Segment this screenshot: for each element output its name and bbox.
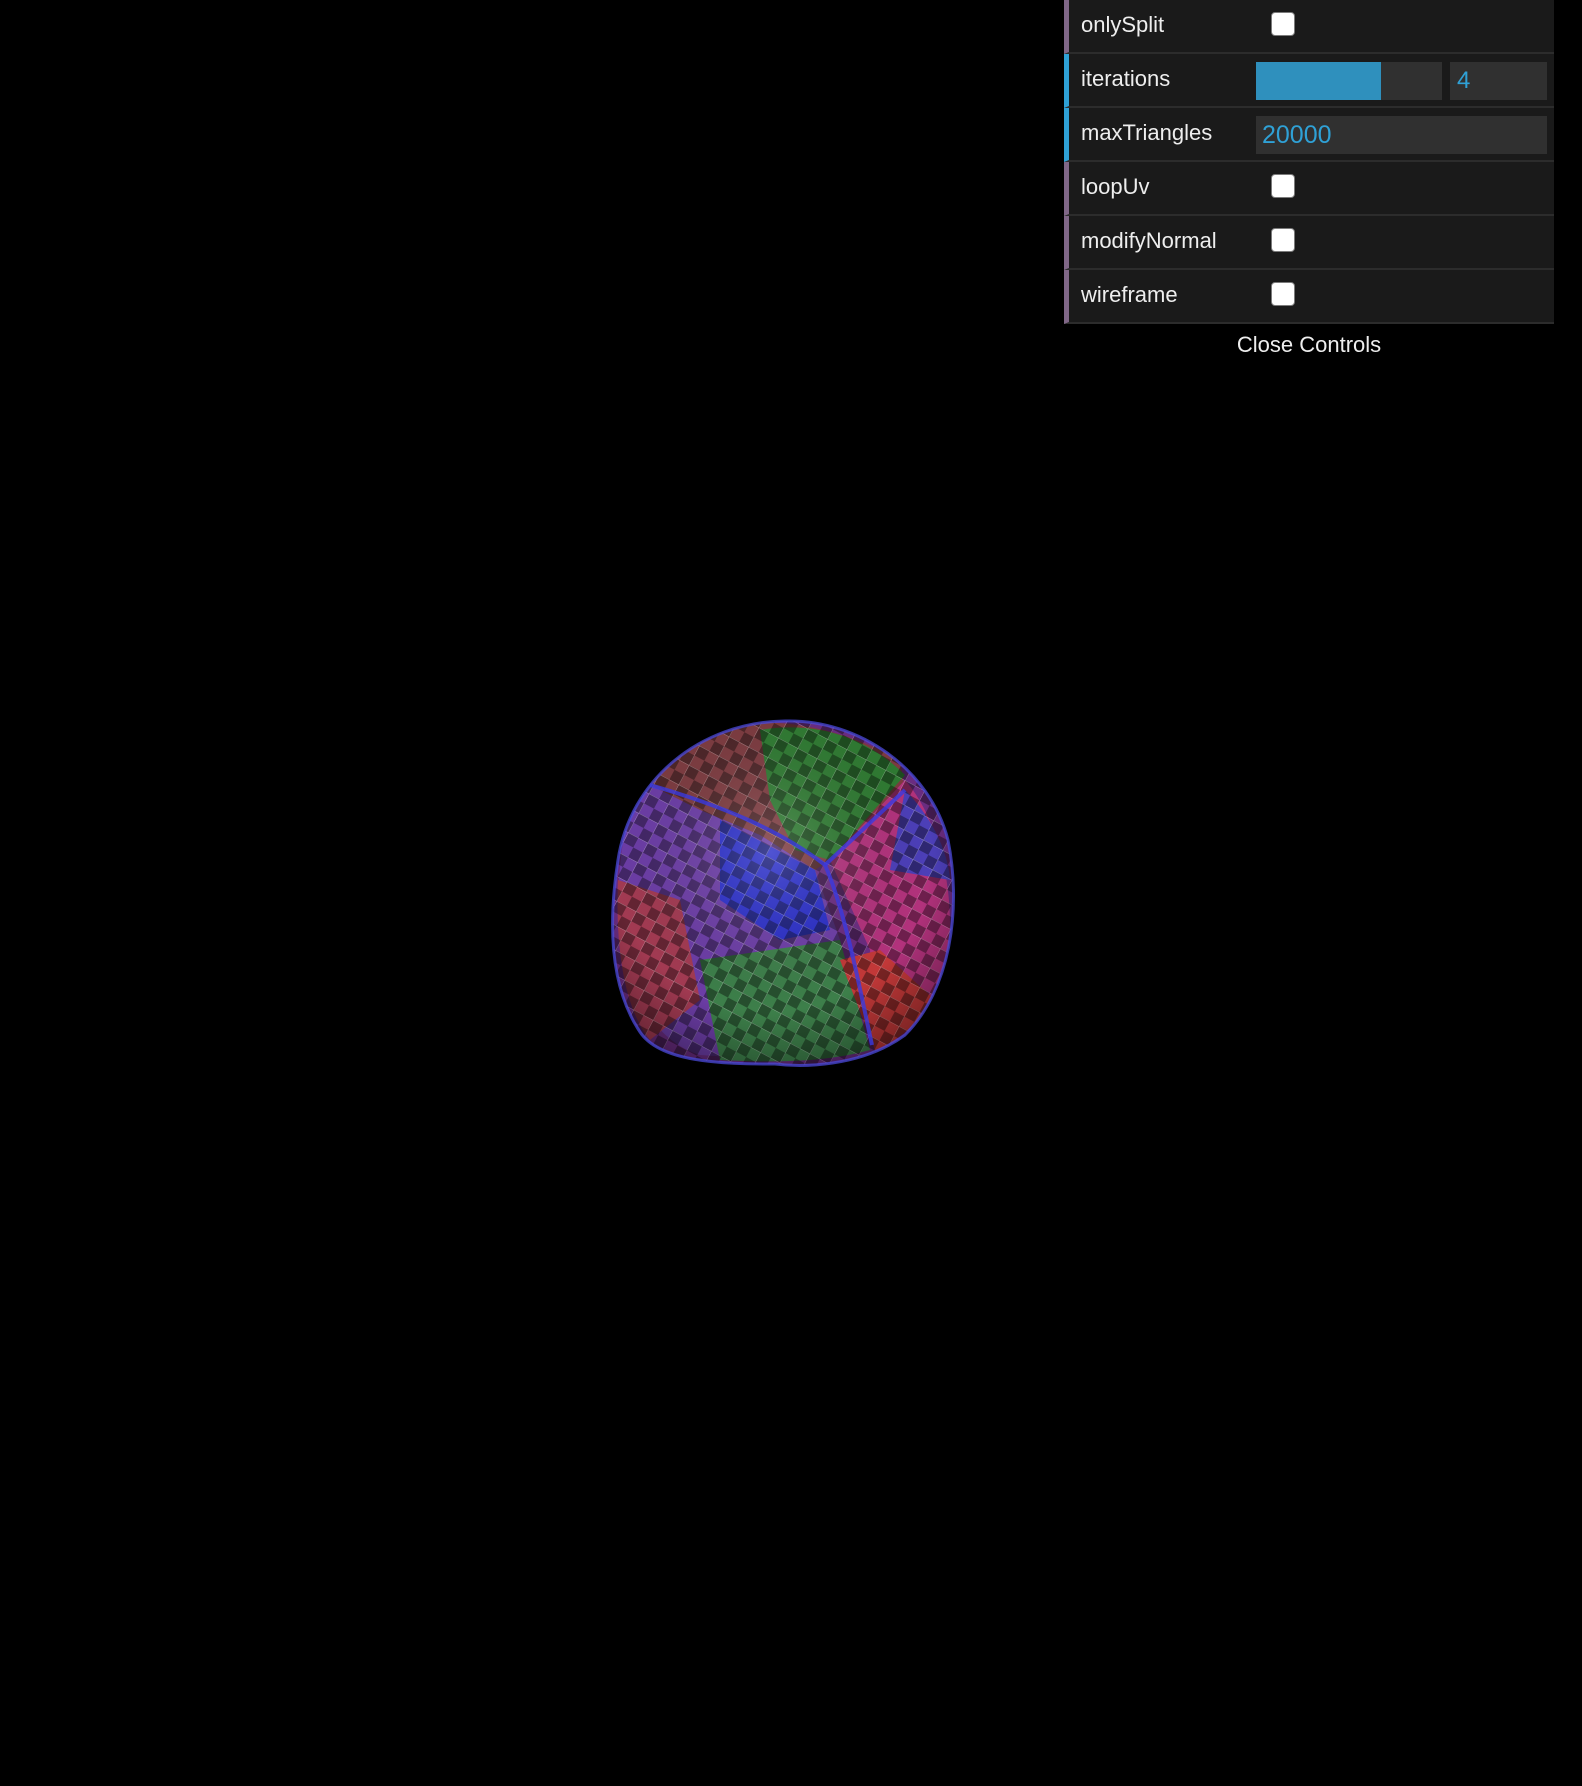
controls-panel: onlySplit iterations 4 maxTriangles 2000… (1064, 0, 1554, 366)
modifynormal-checkbox[interactable] (1271, 228, 1295, 252)
wireframe-checkbox[interactable] (1271, 282, 1295, 306)
control-loopuv: loopUv (1064, 162, 1554, 216)
loopuv-checkbox[interactable] (1271, 174, 1295, 198)
control-label: modifyNormal (1081, 228, 1217, 253)
iterations-slider-fill (1256, 62, 1381, 100)
control-maxtriangles: maxTriangles 20000 (1064, 108, 1554, 162)
control-label: loopUv (1081, 174, 1150, 199)
iterations-input[interactable]: 4 (1450, 62, 1547, 100)
control-wireframe: wireframe (1064, 270, 1554, 324)
control-onlysplit: onlySplit (1064, 0, 1554, 54)
close-controls-button[interactable]: Close Controls (1064, 324, 1554, 366)
maxtriangles-input[interactable]: 20000 (1256, 116, 1547, 154)
control-label: wireframe (1081, 282, 1178, 307)
control-label: iterations (1081, 66, 1171, 91)
sphere-mesh (612, 720, 954, 1066)
control-iterations: iterations 4 (1064, 54, 1554, 108)
control-modifynormal: modifyNormal (1064, 216, 1554, 270)
control-label: maxTriangles (1081, 120, 1213, 145)
control-label: onlySplit (1081, 12, 1165, 37)
onlysplit-checkbox[interactable] (1271, 12, 1295, 36)
iterations-slider[interactable] (1256, 62, 1442, 100)
